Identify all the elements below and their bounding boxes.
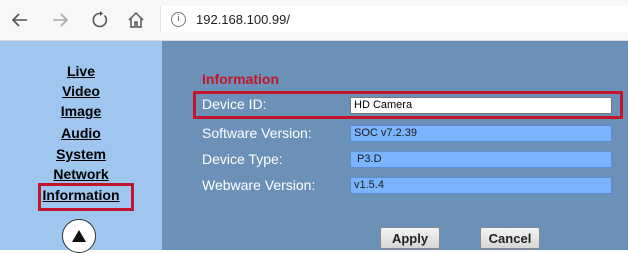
software-version-label: Software Version:: [202, 125, 312, 141]
device-id-label: Device ID:: [202, 96, 267, 112]
browser-toolbar: i 192.168.100.99/: [0, 0, 628, 41]
url-text: 192.168.100.99/: [196, 11, 290, 27]
sidebar: Live Video Image Audio System Network In…: [0, 41, 162, 253]
sidebar-item-information[interactable]: Information: [0, 187, 162, 203]
webware-version-field: v1.5.4: [350, 177, 612, 194]
forward-arrow-icon[interactable]: [48, 8, 72, 32]
triangle-up-icon: [72, 230, 86, 242]
main-panel: Information Device ID: HD Camera Softwar…: [162, 41, 628, 250]
sidebar-item-video[interactable]: Video: [0, 83, 162, 99]
address-bar[interactable]: i 192.168.100.99/: [160, 6, 628, 32]
device-id-field[interactable]: HD Camera: [350, 97, 612, 114]
sidebar-item-system[interactable]: System: [0, 146, 162, 162]
device-type-label: Device Type:: [202, 151, 283, 167]
cancel-button[interactable]: Cancel: [480, 227, 540, 249]
back-arrow-icon[interactable]: [8, 8, 32, 32]
home-icon[interactable]: [124, 8, 148, 32]
site-info-icon[interactable]: i: [171, 11, 186, 27]
apply-button[interactable]: Apply: [380, 227, 440, 249]
software-version-field: SOC v7.2.39: [350, 125, 612, 142]
scroll-up-button[interactable]: [62, 219, 96, 253]
sidebar-item-image[interactable]: Image: [0, 103, 162, 119]
sidebar-item-live[interactable]: Live: [0, 63, 162, 79]
refresh-icon[interactable]: [88, 8, 112, 32]
device-type-field: P3.D: [350, 151, 612, 168]
webware-version-label: Webware Version:: [202, 177, 316, 193]
sidebar-item-audio[interactable]: Audio: [0, 125, 162, 141]
section-title: Information: [202, 71, 279, 87]
sidebar-item-network[interactable]: Network: [0, 166, 162, 182]
